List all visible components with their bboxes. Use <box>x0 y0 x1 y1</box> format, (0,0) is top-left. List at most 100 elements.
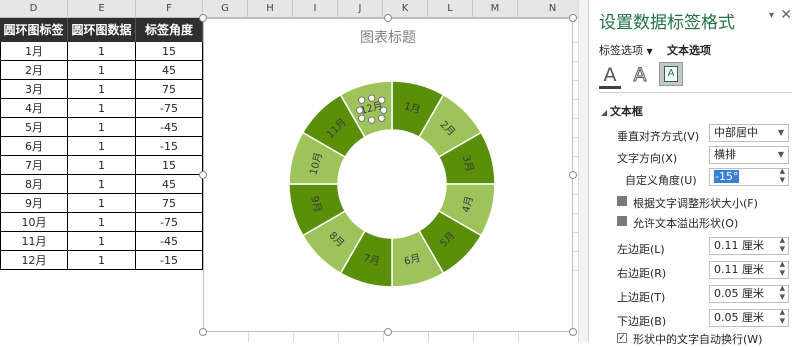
label-selection-handle[interactable] <box>378 96 386 104</box>
table-cell[interactable]: 45 <box>136 61 203 80</box>
table-cell[interactable]: 1 <box>68 80 136 99</box>
wrap-label[interactable]: 形状中的文字自动换行(W) <box>633 331 762 347</box>
table-cell[interactable]: 4月 <box>0 99 68 118</box>
top-margin-label: 上边距(T) <box>617 291 666 304</box>
column-header-l[interactable]: L <box>428 0 473 18</box>
column-header-d[interactable]: D <box>0 0 68 18</box>
label-selection-handle[interactable] <box>380 106 388 114</box>
vertical-align-label: 垂直对齐方式(V) <box>617 130 700 143</box>
tab-text-options[interactable]: 文本选项 <box>667 42 711 58</box>
table-cell[interactable]: -45 <box>136 118 203 137</box>
pane-divider <box>599 92 791 93</box>
section-textbox[interactable]: ◢ 文本框 <box>601 103 643 119</box>
table-cell[interactable]: 11月 <box>0 232 68 251</box>
label-selection-handle[interactable] <box>368 116 376 124</box>
table-cell[interactable]: 1 <box>68 61 136 80</box>
table-cell[interactable]: 8月 <box>0 175 68 194</box>
table-cell[interactable]: 2月 <box>0 61 68 80</box>
chart-area[interactable]: 图表标题 1月 2月 3月 4月 5月 6月 7月 8月 9月 10月 11月 12月 <box>203 18 573 332</box>
table-cell[interactable]: 12月 <box>0 251 68 270</box>
table-cell[interactable]: 7月 <box>0 156 68 175</box>
table-cell[interactable]: 1 <box>68 232 136 251</box>
table-cell[interactable]: 75 <box>136 194 203 213</box>
table-cell[interactable]: 1 <box>68 42 136 61</box>
column-header-e[interactable]: E <box>68 0 136 18</box>
right-margin-input[interactable]: 0.11 厘米 ▲ ▼ <box>709 260 789 279</box>
column-header-i[interactable]: I <box>293 0 338 18</box>
table-cell[interactable]: 3月 <box>0 80 68 99</box>
table-cell[interactable]: -75 <box>136 99 203 118</box>
chevron-down-icon: ▼ <box>777 150 784 159</box>
column-header-m[interactable]: M <box>473 0 518 18</box>
tab-label-options[interactable]: 标签选项 ▼ <box>599 42 653 58</box>
text-box-icon[interactable]: A <box>659 62 683 86</box>
table-cell[interactable]: 1月 <box>0 42 68 61</box>
donut-chart[interactable]: 1月2月3月4月5月6月7月8月9月10月11月12月 <box>204 19 574 333</box>
text-fill-icon[interactable]: A <box>599 64 621 89</box>
table-cell[interactable]: -75 <box>136 213 203 232</box>
bottom-margin-label: 下边距(B) <box>617 315 667 328</box>
table-cell[interactable]: -15 <box>136 137 203 156</box>
table-cell[interactable]: 15 <box>136 42 203 61</box>
pane-menu-icon[interactable]: ▾ <box>769 10 774 21</box>
table-cell[interactable]: 1 <box>68 118 136 137</box>
table-cell[interactable]: 1 <box>68 137 136 156</box>
spinner-icon: ▲ ▼ <box>779 167 785 184</box>
resize-handle-bc[interactable] <box>384 328 392 336</box>
resize-handle-tr[interactable] <box>569 14 577 22</box>
table-header-label[interactable]: 圆环图标签 <box>0 18 68 42</box>
column-header-j[interactable]: J <box>338 0 383 18</box>
table-cell[interactable]: 5月 <box>0 118 68 137</box>
chevron-down-icon: ▼ <box>777 128 784 137</box>
text-direction-select[interactable]: 横排 ▼ <box>709 146 789 164</box>
table-cell[interactable]: 9月 <box>0 194 68 213</box>
table-header-angle[interactable]: 标签角度 <box>136 18 203 42</box>
overflow-label[interactable]: 允许文本溢出形状(O) <box>633 215 738 231</box>
table-cell[interactable]: -45 <box>136 232 203 251</box>
resize-handle-tl[interactable] <box>199 14 207 22</box>
table-cell[interactable]: 1 <box>68 99 136 118</box>
close-icon[interactable]: ✕ <box>780 7 792 23</box>
table-cell[interactable]: 1 <box>68 213 136 232</box>
column-header-g[interactable]: G <box>203 0 248 18</box>
table-cell[interactable]: 6月 <box>0 137 68 156</box>
column-header-f[interactable]: F <box>136 0 203 18</box>
custom-angle-label: 自定义角度(U) <box>625 174 697 187</box>
table-cell[interactable]: -15 <box>136 251 203 270</box>
overflow-checkbox[interactable] <box>617 216 627 226</box>
pane-title: 设置数据标签格式 <box>599 13 735 33</box>
table-cell[interactable]: 75 <box>136 80 203 99</box>
text-direction-label: 文字方向(X) <box>617 152 678 165</box>
table-cell[interactable]: 1 <box>68 194 136 213</box>
label-selection-handle[interactable] <box>358 114 366 122</box>
top-margin-input[interactable]: 0.05 厘米 ▲ ▼ <box>709 284 789 303</box>
table-header-data[interactable]: 圆环图数据 <box>68 18 136 42</box>
resize-handle-ml[interactable] <box>199 171 207 179</box>
label-selection-handle[interactable] <box>358 96 366 104</box>
format-pane: 设置数据标签格式 ▾ ✕ 标签选项 ▼ 文本选项 A A A ◢ 文本框 垂直对… <box>588 0 800 346</box>
sheet-scrollbar[interactable] <box>578 0 588 342</box>
resize-handle-bl[interactable] <box>199 328 207 336</box>
label-selection-handle[interactable] <box>378 114 386 122</box>
table-cell[interactable]: 1 <box>68 156 136 175</box>
column-header-h[interactable]: H <box>248 0 293 18</box>
table-cell[interactable]: 45 <box>136 175 203 194</box>
table-cell[interactable]: 10月 <box>0 213 68 232</box>
custom-angle-input[interactable]: -15° ▲ ▼ <box>709 167 789 186</box>
table-cell[interactable]: 1 <box>68 175 136 194</box>
label-selection-handle[interactable] <box>356 106 364 114</box>
resize-handle-mr[interactable] <box>569 171 577 179</box>
resize-handle-br[interactable] <box>569 328 577 336</box>
resize-handle-tc[interactable] <box>384 14 392 22</box>
resize-shape-label[interactable]: 根据文字调整形状大小(F) <box>633 195 758 211</box>
bottom-margin-input[interactable]: 0.05 厘米 ▲ ▼ <box>709 308 789 327</box>
text-outline-icon[interactable]: A <box>629 64 651 87</box>
table-cell[interactable]: 15 <box>136 156 203 175</box>
table-cell[interactable]: 1 <box>68 251 136 270</box>
column-header-strip: D E F G H I J K L M N <box>0 0 588 18</box>
label-selection-handle[interactable] <box>368 94 376 102</box>
right-margin-label: 右边距(R) <box>617 267 667 280</box>
left-margin-input[interactable]: 0.11 厘米 ▲ ▼ <box>709 236 789 255</box>
resize-shape-checkbox[interactable] <box>617 196 627 206</box>
vertical-align-select[interactable]: 中部居中 ▼ <box>709 124 789 142</box>
